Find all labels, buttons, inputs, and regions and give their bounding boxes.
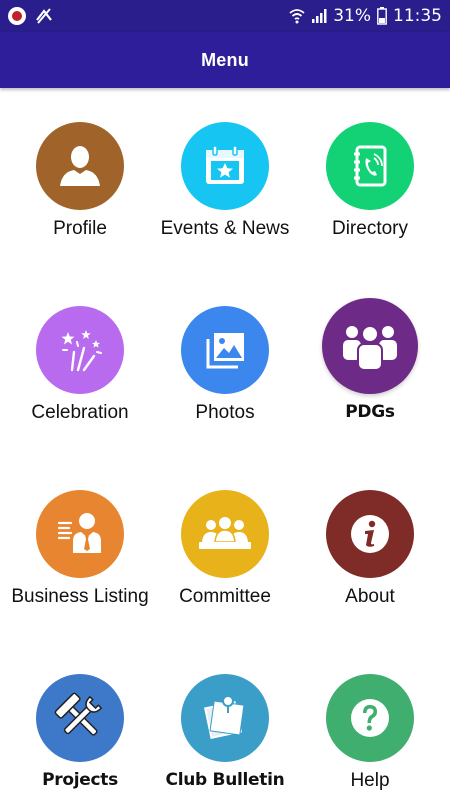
phone-book-icon — [326, 122, 414, 210]
menu-item-label: Directory — [331, 218, 408, 239]
menu-item-label: Business Listing — [11, 586, 149, 607]
menu-item-directory[interactable]: Directory — [295, 88, 445, 272]
menu-item-label: Committee — [179, 586, 271, 607]
menu-item-business-listing[interactable]: Business Listing — [5, 456, 155, 640]
menu-item-label: Projects — [42, 770, 118, 790]
tools-icon — [36, 674, 124, 762]
group-icon — [322, 298, 418, 394]
info-icon — [326, 490, 414, 578]
app-notification-icon — [8, 7, 26, 25]
menu-item-projects[interactable]: Projects — [5, 640, 155, 800]
menu-item-about[interactable]: About — [295, 456, 445, 640]
help-icon — [326, 674, 414, 762]
menu-item-celebration[interactable]: Celebration — [5, 272, 155, 456]
clock: 11:35 — [393, 6, 442, 26]
menu-item-label: Celebration — [31, 402, 129, 423]
menu-item-label: About — [345, 586, 395, 607]
calendar-star-icon — [181, 122, 269, 210]
menu-item-profile[interactable]: Profile — [5, 88, 155, 272]
app-bar: Menu — [0, 32, 450, 88]
business-person-icon — [36, 490, 124, 578]
battery-icon — [377, 7, 387, 25]
status-bar: 31% 11:35 — [0, 0, 450, 32]
battery-percent: 31% — [333, 6, 371, 26]
committee-icon — [181, 490, 269, 578]
menu-item-photos[interactable]: Photos — [150, 272, 300, 456]
menu-item-committee[interactable]: Committee — [150, 456, 300, 640]
menu-item-pdgs[interactable]: PDGs — [295, 272, 445, 456]
status-system: 31% 11:35 — [289, 6, 442, 26]
menu-item-label: Photos — [195, 402, 255, 423]
menu-item-club-bulletin[interactable]: Club Bulletin — [150, 640, 300, 800]
menu-item-events-news[interactable]: Events & News — [150, 88, 300, 272]
person-icon — [36, 122, 124, 210]
page-title: Menu — [201, 49, 249, 70]
menu-item-label: Help — [350, 770, 390, 791]
menu-item-label: Profile — [53, 218, 107, 239]
cell-signal-icon — [312, 9, 327, 23]
status-notifications — [8, 6, 54, 26]
menu-grid: Profile Events & News Directory Celebrat… — [0, 88, 450, 800]
fireworks-icon — [36, 306, 124, 394]
menu-item-label: PDGs — [345, 402, 395, 422]
menu-item-help[interactable]: Help — [295, 640, 445, 800]
bulletin-icon — [181, 674, 269, 762]
menu-item-label: Club Bulletin — [165, 770, 285, 790]
wifi-icon — [289, 9, 305, 24]
menu-item-label: Events & News — [160, 218, 290, 239]
photos-icon — [181, 306, 269, 394]
no-signal-icon — [36, 8, 52, 24]
